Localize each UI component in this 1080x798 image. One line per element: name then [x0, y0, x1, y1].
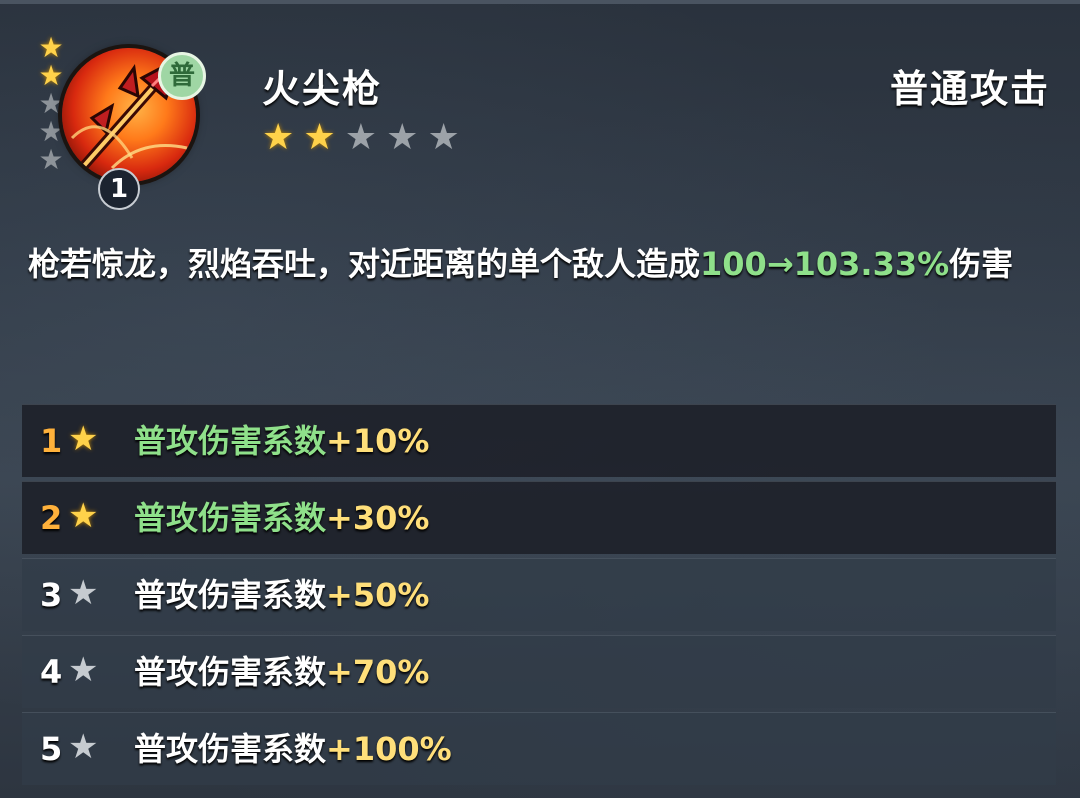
star-icon: ★ [262, 117, 295, 158]
upgrade-level: 5 [40, 730, 63, 768]
upgrade-row-5: 5 ★ 普攻伤害系数+100% [22, 712, 1056, 785]
upgrade-row-2: 2 ★ 普攻伤害系数+30% [22, 481, 1056, 554]
upgrade-level: 4 [40, 653, 63, 691]
star-icon: ★ [68, 573, 99, 613]
skill-detail-panel: ★ ★ ★ ★ ★ 普 1 火尖枪 ★ ★ ★ ★ ★ 普通攻击 枪若惊龙，烈焰… [0, 0, 1080, 798]
upgrade-label: 普攻伤害系数 [134, 653, 327, 691]
skill-name: 火尖枪 [262, 67, 383, 111]
star-icon: ★ [386, 117, 419, 158]
upgrade-text: 普攻伤害系数+70% [134, 652, 429, 692]
upgrade-label: 普攻伤害系数 [134, 576, 327, 614]
upgrade-text: 普攻伤害系数+100% [134, 729, 452, 769]
upgrade-level: 3 [40, 576, 63, 614]
upgrade-text: 普攻伤害系数+10% [134, 421, 429, 461]
star-icon: ★ [68, 727, 99, 767]
star-icon: ★ [427, 117, 460, 158]
upgrade-value: +70% [326, 653, 430, 691]
upgrade-label: 普攻伤害系数 [134, 422, 327, 460]
star-icon: ★ [68, 496, 99, 536]
normal-tag-badge: 普 [158, 52, 206, 100]
upgrade-value: +50% [326, 576, 430, 614]
upgrade-text: 普攻伤害系数+30% [134, 498, 429, 538]
upgrade-value: +10% [326, 422, 430, 460]
skill-description: 枪若惊龙，烈焰吞吐，对近距离的单个敌人造成100→103.33%伤害 [28, 240, 1048, 288]
skill-level-badge: 1 [98, 168, 140, 210]
upgrade-label: 普攻伤害系数 [134, 730, 327, 768]
upgrade-row-3: 3 ★ 普攻伤害系数+50% [22, 558, 1056, 631]
upgrade-label: 普攻伤害系数 [134, 499, 327, 537]
upgrade-level: 1 [40, 422, 63, 460]
top-border [0, 0, 1080, 4]
upgrade-row-1: 1 ★ 普攻伤害系数+10% [22, 404, 1056, 477]
upgrade-level: 2 [40, 499, 63, 537]
upgrade-text: 普攻伤害系数+50% [134, 575, 429, 615]
star-icon: ★ [68, 419, 99, 459]
star-rating: ★ ★ ★ ★ ★ [262, 118, 464, 158]
star-icon: ★ [68, 650, 99, 690]
upgrade-value: +100% [326, 730, 452, 768]
star-icon: ★ [344, 117, 378, 158]
upgrade-row-4: 4 ★ 普攻伤害系数+70% [22, 635, 1056, 708]
upgrade-value: +30% [326, 499, 430, 537]
description-text: 枪若惊龙，烈焰吞吐，对近距离的单个敌人造成 [28, 245, 701, 283]
skill-type-label: 普通攻击 [889, 67, 1050, 111]
damage-value: 100→103.33% [700, 245, 950, 283]
star-icon: ★ [303, 117, 336, 158]
description-suffix: 伤害 [949, 245, 1014, 283]
upgrade-list: 1 ★ 普攻伤害系数+10% 2 ★ 普攻伤害系数+30% 3 ★ 普攻伤害系数… [22, 404, 1056, 789]
